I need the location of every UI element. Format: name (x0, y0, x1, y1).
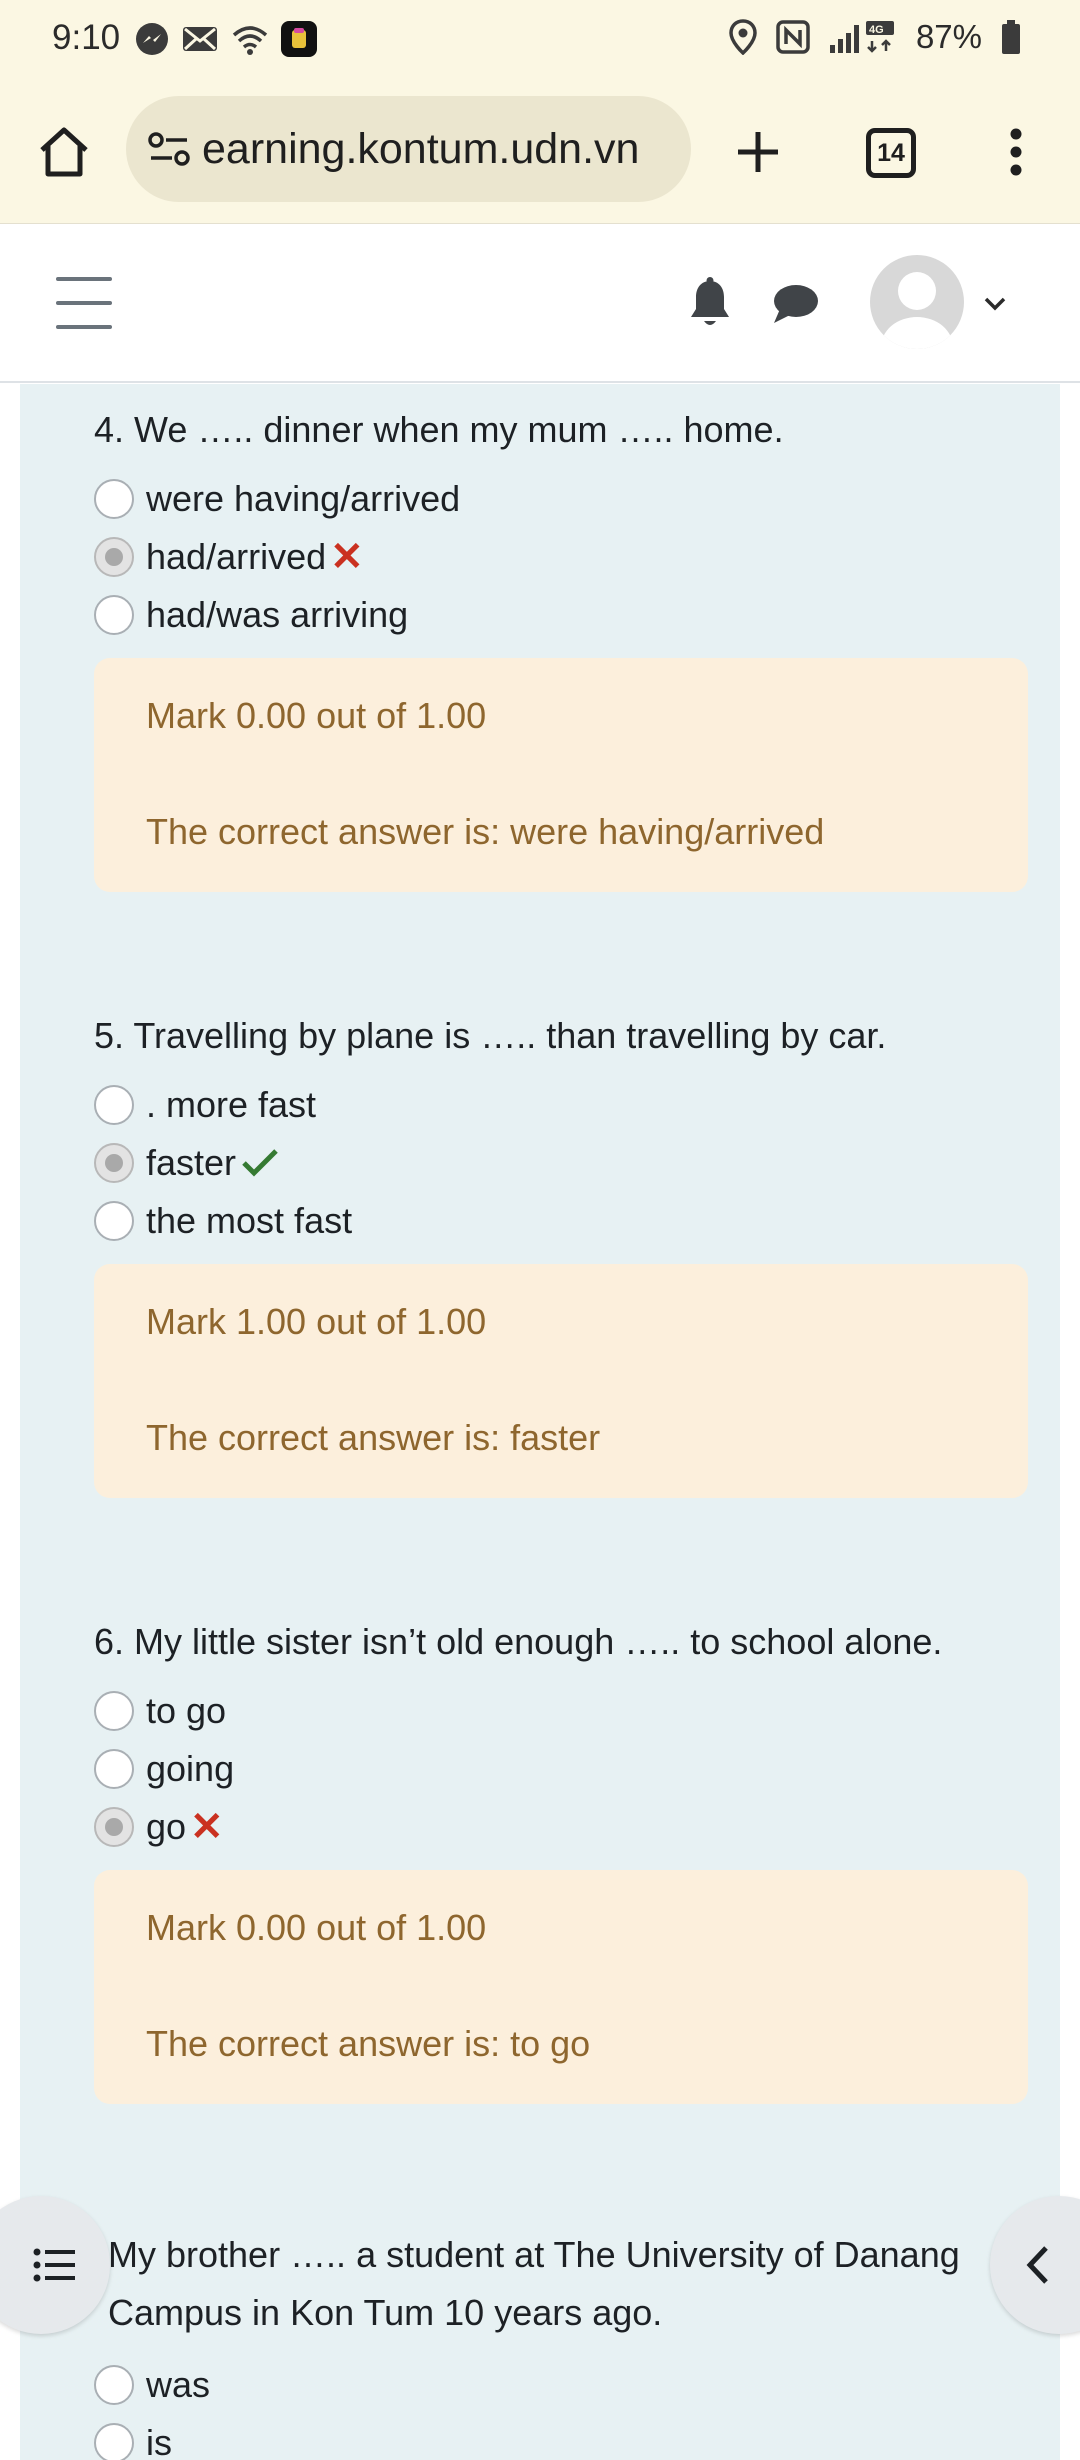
answer-option: is (94, 2414, 1048, 2460)
option-label: faster (146, 1142, 237, 1183)
signal-icon: 4G (829, 21, 894, 53)
answer-option: was (94, 2356, 1048, 2414)
question-6: 6. My little sister isn’t old enough …..… (94, 1620, 1034, 2104)
answer-option: going (94, 1740, 1034, 1798)
battery-percent: 87% (915, 18, 982, 55)
nfc-icon (776, 20, 810, 54)
answer-options: was is (94, 2356, 1048, 2460)
option-label: to go (146, 1690, 227, 1731)
browser-toolbar: earning.kontum.udn.vn 14 (0, 78, 1080, 224)
radio-button-selected[interactable] (94, 1143, 134, 1183)
answer-option: . more fast (94, 1076, 1034, 1134)
answer-option: go ✕ (94, 1798, 1034, 1856)
feedback-box: Mark 1.00 out of 1.00 The correct answer… (94, 1264, 1028, 1498)
notification-icons (134, 20, 318, 58)
location-icon (729, 19, 757, 55)
messenger-icon (136, 23, 168, 55)
chevron-left-icon (1026, 2246, 1048, 2284)
option-label: is (146, 2422, 172, 2460)
menu-icon[interactable] (56, 277, 112, 329)
answer-options: . more fast faster the most fast (94, 1076, 1034, 1250)
correct-answer-text: The correct answer is: faster (146, 1417, 601, 1458)
option-label: going (146, 1748, 235, 1789)
radio-button[interactable] (94, 1691, 134, 1731)
option-label: . more fast (146, 1084, 317, 1125)
app-icon (281, 21, 317, 57)
mark-text: Mark 1.00 out of 1.00 (146, 1301, 487, 1342)
answer-options: were having/arrived had/arrived ✕ had/wa… (94, 470, 1034, 644)
radio-button[interactable] (94, 2423, 134, 2460)
feedback-box: Mark 0.00 out of 1.00 The correct answer… (94, 1870, 1028, 2104)
answer-option: to go (94, 1682, 1034, 1740)
browser-menu-button[interactable] (990, 118, 1042, 186)
chat-icon[interactable] (770, 279, 820, 329)
incorrect-icon: ✕ (190, 1805, 224, 1849)
url-text: earning.kontum.udn.vn (202, 124, 640, 173)
home-button[interactable] (30, 118, 98, 186)
correct-check-icon (242, 1149, 278, 1177)
question-text: 5. Travelling by plane is ….. than trave… (94, 1015, 887, 1056)
radio-button[interactable] (94, 1085, 134, 1125)
question-text: My brother ….. a student at The Universi… (108, 2234, 960, 2333)
question-text: 6. My little sister isn’t old enough …..… (94, 1621, 943, 1662)
correct-answer-text: The correct answer is: were having/arriv… (146, 811, 825, 852)
answer-options: to go going go ✕ (94, 1682, 1034, 1856)
option-label: the most fast (146, 1200, 353, 1241)
site-navbar (0, 225, 1080, 383)
tab-switcher-button[interactable]: 14 (866, 128, 916, 178)
quiz-review-content: 4. We ….. dinner when my mum ….. home. w… (20, 384, 1060, 2460)
mark-text: Mark 0.00 out of 1.00 (146, 695, 487, 736)
system-icons: 4G 87% (728, 18, 1022, 56)
answer-option: were having/arrived (94, 470, 1034, 528)
radio-button[interactable] (94, 479, 134, 519)
status-time: 9:10 (52, 18, 121, 57)
status-bar: 9:10 4G 87% (0, 0, 1080, 78)
home-icon (40, 127, 88, 177)
correct-answer-text: The correct answer is: to go (146, 2023, 591, 2064)
chevron-down-icon[interactable] (978, 287, 1012, 321)
incorrect-icon: ✕ (330, 535, 364, 579)
wifi-icon (232, 26, 268, 55)
question-4: 4. We ….. dinner when my mum ….. home. w… (94, 408, 1034, 892)
radio-button[interactable] (94, 1749, 134, 1789)
answer-option: the most fast (94, 1192, 1034, 1250)
site-settings-icon[interactable] (144, 124, 194, 174)
answer-option: had/was arriving (94, 586, 1034, 644)
mark-text: Mark 0.00 out of 1.00 (146, 1907, 487, 1948)
option-label: had/arrived (146, 536, 327, 577)
option-label: had/was arriving (146, 594, 409, 635)
mail-icon (183, 27, 217, 51)
radio-button-selected[interactable] (94, 537, 134, 577)
plus-icon (738, 132, 778, 172)
option-label: was (146, 2364, 211, 2405)
radio-button[interactable] (94, 2365, 134, 2405)
question-text: 4. We ….. dinner when my mum ….. home. (94, 409, 784, 450)
option-label: go (146, 1806, 187, 1847)
avatar[interactable] (870, 255, 964, 349)
radio-button-selected[interactable] (94, 1807, 134, 1847)
battery-icon (1002, 20, 1020, 54)
radio-button[interactable] (94, 595, 134, 635)
more-vert-icon (1010, 128, 1022, 176)
answer-option: faster (94, 1134, 1034, 1192)
radio-button[interactable] (94, 1201, 134, 1241)
svg-text:4G: 4G (869, 24, 884, 36)
question-7: My brother ….. a student at The Universi… (94, 2226, 1048, 2460)
bell-icon[interactable] (686, 277, 734, 331)
address-bar[interactable]: earning.kontum.udn.vn (126, 96, 691, 202)
option-label: were having/arrived (146, 478, 461, 519)
answer-option: had/arrived ✕ (94, 528, 1034, 586)
feedback-box: Mark 0.00 out of 1.00 The correct answer… (94, 658, 1028, 892)
question-5: 5. Travelling by plane is ….. than trave… (94, 1014, 1034, 1498)
list-icon (33, 2248, 75, 2282)
new-tab-button[interactable] (724, 118, 792, 186)
